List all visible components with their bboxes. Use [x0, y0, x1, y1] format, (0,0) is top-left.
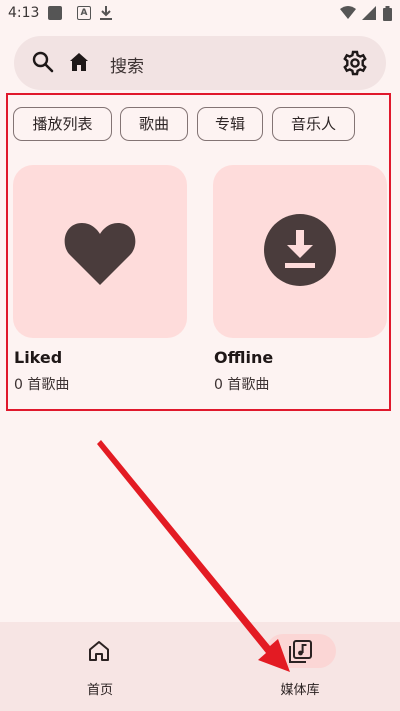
bottom-navigation: 首页 媒体库 [0, 622, 400, 711]
notification-app-icon [48, 6, 62, 20]
liked-card-title: Liked [14, 348, 63, 367]
home-outline-icon [89, 641, 109, 661]
chip-artists[interactable]: 音乐人 [272, 107, 355, 141]
home-icon[interactable] [69, 52, 89, 72]
chip-playlists[interactable]: 播放列表 [13, 107, 112, 141]
status-time: 4:13 [8, 5, 40, 21]
status-bar: 4:13 A [0, 0, 400, 28]
notification-a-icon: A [77, 6, 91, 20]
nav-label-home: 首页 [86, 683, 113, 698]
nav-item-library[interactable]: 媒体库 [200, 622, 400, 711]
chip-albums[interactable]: 专辑 [197, 107, 263, 141]
liked-card-subtitle: 0 首歌曲 [14, 377, 70, 393]
wifi-icon [340, 6, 356, 19]
download-status-icon [100, 6, 112, 20]
nav-label-library: 媒体库 [280, 683, 320, 698]
download-icon [264, 214, 336, 286]
search-input[interactable]: 搜索 [110, 52, 144, 77]
liked-playlist-card[interactable] [13, 165, 187, 338]
battery-icon [383, 6, 392, 21]
chip-songs[interactable]: 歌曲 [120, 107, 188, 141]
search-bar[interactable]: 搜索 [14, 36, 386, 90]
offline-card-subtitle: 0 首歌曲 [214, 377, 270, 393]
nav-item-home[interactable]: 首页 [0, 622, 200, 711]
search-icon[interactable] [32, 51, 54, 73]
signal-icon [362, 6, 376, 20]
library-music-icon [289, 640, 312, 663]
heart-icon [64, 223, 136, 285]
offline-card-title: Offline [214, 348, 274, 367]
offline-playlist-card[interactable] [213, 165, 387, 338]
settings-gear-icon[interactable] [342, 50, 368, 76]
